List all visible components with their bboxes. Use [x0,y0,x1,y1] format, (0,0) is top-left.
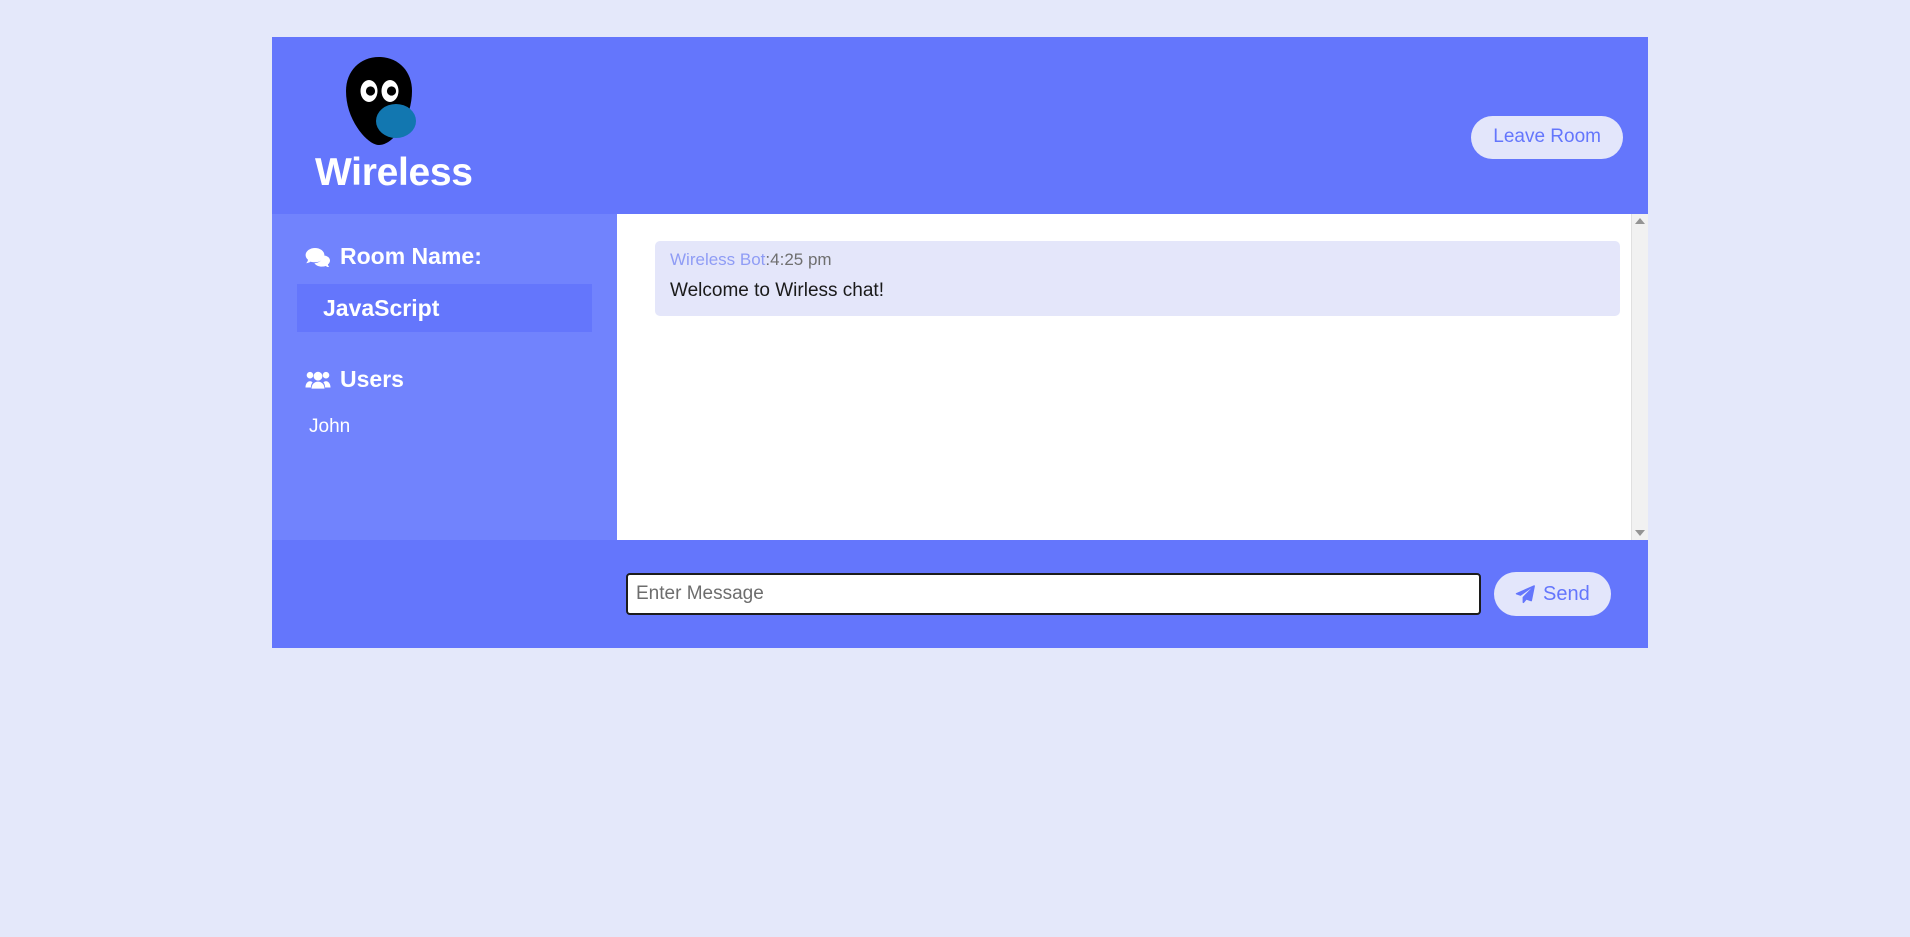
room-name-heading: Room Name: [272,245,617,268]
brand: Wireless [293,55,493,192]
send-button[interactable]: Send [1494,572,1611,616]
chat-app-card: Wireless Leave Room Room Name: JavaScrip… [272,37,1648,648]
users-heading: Users [272,368,617,391]
comments-icon [305,246,331,268]
paper-plane-icon [1515,584,1535,604]
app-title: Wireless [315,151,473,194]
room-name-value: JavaScript [323,294,440,321]
message-form: Send [272,540,1648,648]
chat-message-text: Welcome to Wirless chat! [670,280,884,302]
chat-message: Wireless Bot:4:25 pm Welcome to Wirless … [655,241,1620,317]
chat-body: Room Name: JavaScript Users John Wireles… [272,214,1648,540]
chat-message-meta: Wireless Bot:4:25 pm [670,250,1605,270]
room-name-heading-label: Room Name: [340,243,482,269]
users-heading-label: Users [340,366,404,392]
sidebar: Room Name: JavaScript Users John [272,214,617,540]
scroll-down-arrow-icon[interactable] [1635,530,1645,536]
chat-message-author: Wireless Bot [670,250,766,269]
leave-room-button[interactable]: Leave Room [1471,116,1623,159]
room-name-value-box: JavaScript [297,284,592,332]
scroll-up-arrow-icon[interactable] [1635,218,1645,224]
chat-scrollbar[interactable] [1631,214,1648,540]
message-input[interactable] [626,573,1481,615]
users-icon [305,369,331,391]
chat-message-time: 4:25 pm [770,250,832,269]
user-list: John [272,414,617,441]
owl-logo-icon [340,55,418,147]
list-item: John [309,416,351,437]
send-button-label: Send [1543,582,1590,605]
app-header: Wireless Leave Room [272,37,1648,214]
chat-messages-area[interactable]: Wireless Bot:4:25 pm Welcome to Wirless … [617,214,1648,540]
